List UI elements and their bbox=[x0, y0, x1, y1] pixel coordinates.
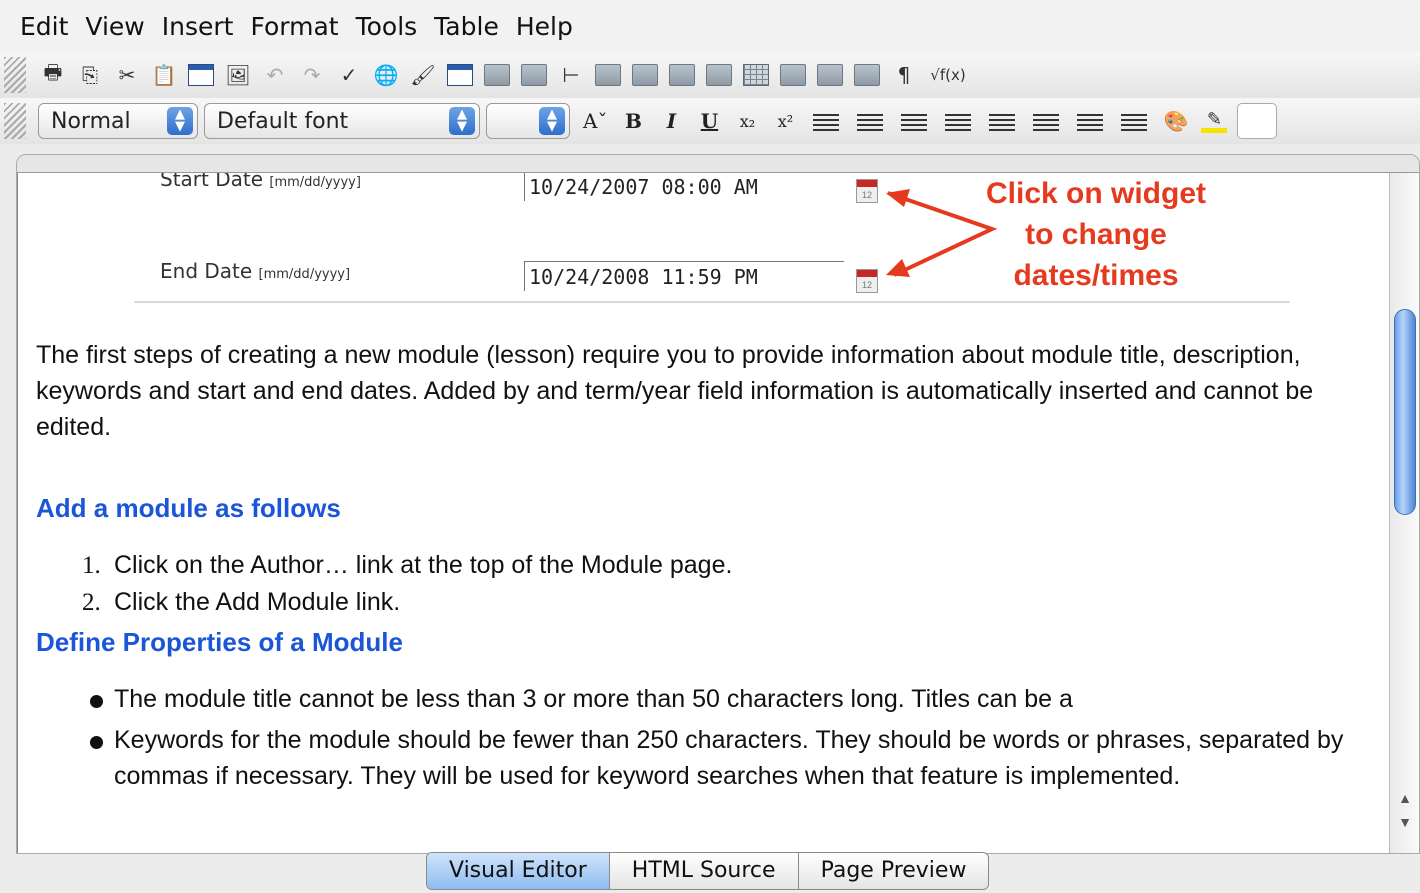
font-size-icon[interactable]: Aˇ bbox=[583, 109, 607, 133]
annotation-line-1: Click on widget bbox=[985, 177, 1207, 210]
table-col-icon[interactable] bbox=[519, 60, 549, 90]
table-row-icon[interactable] bbox=[482, 60, 512, 90]
align-justify-icon[interactable] bbox=[945, 111, 972, 131]
image-props-icon[interactable] bbox=[815, 60, 845, 90]
undo-icon[interactable]: ↶ bbox=[260, 60, 290, 90]
cell-props-icon[interactable] bbox=[778, 60, 808, 90]
menu-tools[interactable]: Tools bbox=[356, 12, 418, 41]
numbered-list-icon[interactable] bbox=[1077, 111, 1104, 131]
menu-insert[interactable]: Insert bbox=[162, 12, 234, 41]
cut-icon[interactable]: ✂ bbox=[112, 60, 142, 90]
list-item-text: Click the Add Module link. bbox=[114, 588, 401, 616]
select-arrows-icon: ▲ ▼ bbox=[449, 107, 475, 135]
tab-html-source[interactable]: HTML Source bbox=[610, 853, 799, 889]
annotation-line-2: to change bbox=[1025, 218, 1167, 251]
editor-frame-header bbox=[17, 155, 1419, 173]
indent-icon[interactable] bbox=[1033, 111, 1060, 131]
font-family-value: Default font bbox=[217, 108, 349, 134]
redo-icon[interactable]: ↷ bbox=[297, 60, 327, 90]
insert-image-icon[interactable]: 🖼 bbox=[223, 60, 253, 90]
toolbar-format: Normal ▲ ▼ Default font ▲ ▼ ▲ ▼ Aˇ B I U x₂… bbox=[0, 98, 1420, 144]
table-grid-icon[interactable] bbox=[741, 60, 771, 90]
outdent-icon[interactable] bbox=[989, 111, 1016, 131]
select-arrows-icon: ▲ ▼ bbox=[167, 107, 193, 135]
italic-button[interactable]: I bbox=[659, 109, 683, 133]
menu-bar: Edit View Insert Format Tools Table Help bbox=[0, 0, 1420, 52]
align-center-icon[interactable] bbox=[857, 111, 884, 131]
image-edit-icon[interactable] bbox=[852, 60, 882, 90]
pilcrow-icon[interactable]: ¶ bbox=[889, 60, 919, 90]
scroll-up-arrow-icon[interactable]: ▲ bbox=[1390, 787, 1419, 809]
editor-mode-tabs: Visual Editor HTML Source Page Preview bbox=[426, 852, 990, 890]
list-number: 1. bbox=[82, 552, 101, 579]
menu-view[interactable]: View bbox=[85, 12, 144, 41]
delete-row-icon[interactable] bbox=[593, 60, 623, 90]
underline-button[interactable]: U bbox=[697, 109, 721, 133]
list-item: 2. Click the Add Module link. bbox=[82, 584, 732, 621]
bold-button[interactable]: B bbox=[621, 109, 645, 133]
formula-icon[interactable]: √f(x) bbox=[926, 60, 970, 90]
list-item: Keywords for the module should be fewer … bbox=[86, 722, 1356, 794]
list-item: The module title cannot be less than 3 o… bbox=[86, 681, 1356, 717]
menu-edit[interactable]: Edit bbox=[20, 12, 68, 41]
clean-format-icon[interactable]: 🖌 bbox=[408, 60, 438, 90]
steps-list: 1. Click on the Author… link at the top o… bbox=[82, 547, 732, 621]
heading-add-module: Add a module as follows bbox=[36, 493, 341, 523]
menu-help[interactable]: Help bbox=[516, 12, 573, 41]
toolbar-grip[interactable] bbox=[4, 103, 26, 139]
paragraph-style-select[interactable]: Normal ▲ ▼ bbox=[38, 103, 198, 139]
toolbar-overflow-field[interactable] bbox=[1237, 103, 1278, 139]
list-item-text: Click on the Author… link at the top of … bbox=[114, 551, 733, 579]
superscript-button[interactable]: x² bbox=[773, 112, 797, 131]
spellcheck-icon[interactable]: ✓ bbox=[334, 60, 364, 90]
insert-table-icon[interactable] bbox=[186, 60, 216, 90]
bullet-list-icon[interactable] bbox=[1121, 111, 1148, 131]
list-item: 1. Click on the Author… link at the top o… bbox=[82, 547, 732, 584]
annotation-line-3: dates/times bbox=[1013, 259, 1179, 292]
heading-define-properties: Define Properties of a Module bbox=[36, 627, 403, 657]
toolbar-grip[interactable] bbox=[4, 57, 26, 93]
editor-frame: Start Date [mm/dd/yyyy] 10/24/2007 08:00… bbox=[16, 154, 1420, 854]
paragraph-style-value: Normal bbox=[51, 108, 131, 134]
tab-visual-editor[interactable]: Visual Editor bbox=[427, 853, 610, 889]
align-right-icon[interactable] bbox=[901, 111, 928, 131]
menu-table[interactable]: Table bbox=[434, 12, 499, 41]
editor-content[interactable]: Start Date [mm/dd/yyyy] 10/24/2007 08:00… bbox=[17, 173, 1381, 853]
split-cells-icon[interactable] bbox=[704, 60, 734, 90]
vertical-scrollbar[interactable]: ▲ ▼ bbox=[1389, 173, 1419, 853]
paste-icon[interactable]: 📋 bbox=[149, 60, 179, 90]
merge-cells-icon[interactable] bbox=[667, 60, 697, 90]
highlight-icon[interactable]: ✎ bbox=[1201, 109, 1228, 133]
list-number: 2. bbox=[82, 589, 101, 616]
tab-page-preview[interactable]: Page Preview bbox=[799, 853, 989, 889]
subscript-button[interactable]: x₂ bbox=[735, 112, 759, 131]
link-icon[interactable]: 🌐 bbox=[371, 60, 401, 90]
delete-col-icon[interactable] bbox=[630, 60, 660, 90]
font-size-select[interactable]: ▲ ▼ bbox=[486, 103, 570, 139]
annotation-callout: Click on widget to change dates/times bbox=[966, 173, 1226, 296]
font-family-select[interactable]: Default font ▲ ▼ bbox=[204, 103, 480, 139]
scroll-down-arrow-icon[interactable]: ▼ bbox=[1390, 811, 1419, 833]
align-left-icon[interactable] bbox=[813, 111, 840, 131]
print-icon[interactable]: 🖶 bbox=[38, 60, 68, 90]
text-color-icon[interactable]: 🎨 bbox=[1163, 109, 1188, 133]
properties-list: The module title cannot be less than 3 o… bbox=[86, 681, 1356, 799]
menu-format[interactable]: Format bbox=[250, 12, 338, 41]
intro-paragraph: The first steps of creating a new module… bbox=[36, 341, 1314, 441]
table-icon[interactable] bbox=[445, 60, 475, 90]
toolbar-main: 🖶 ⎘ ✂ 📋 🖼 ↶ ↷ ✓ 🌐 🖌 ⊢ ¶ √f(x) bbox=[0, 52, 1420, 98]
scrollbar-thumb[interactable] bbox=[1394, 309, 1416, 515]
copy-icon[interactable]: ⎘ bbox=[75, 60, 105, 90]
select-arrows-icon: ▲ ▼ bbox=[539, 107, 565, 135]
insert-column-icon[interactable]: ⊢ bbox=[556, 60, 586, 90]
